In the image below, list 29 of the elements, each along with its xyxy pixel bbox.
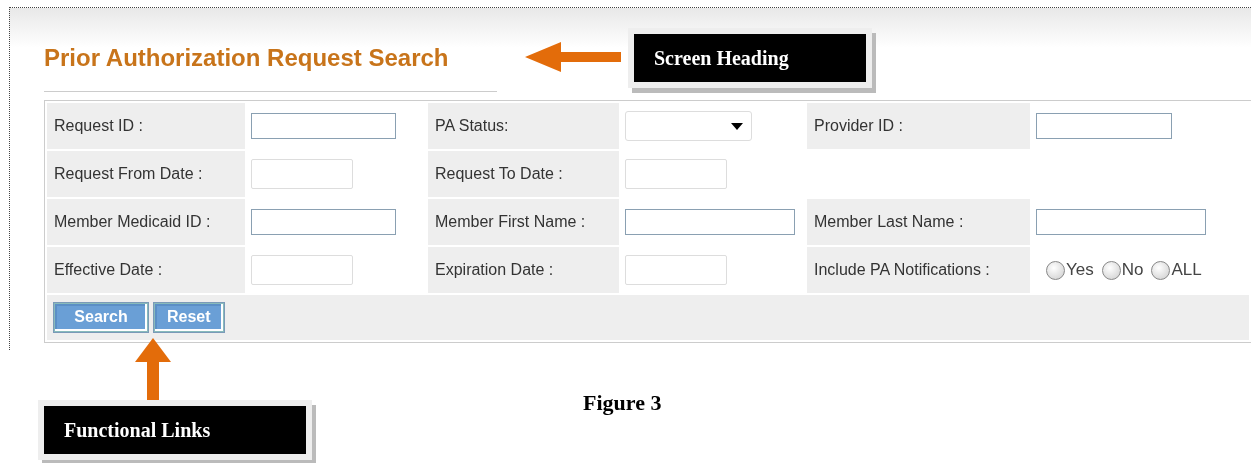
figure-caption: Figure 3 xyxy=(583,390,662,416)
radio-option[interactable]: Yes xyxy=(1046,260,1094,280)
input-field[interactable] xyxy=(251,113,396,139)
field-label: Member First Name : xyxy=(435,213,586,230)
arrow-icon xyxy=(135,338,171,400)
field-label: Effective Date : xyxy=(54,261,163,278)
input-field[interactable] xyxy=(625,209,795,235)
input-field[interactable] xyxy=(1036,209,1206,235)
field-label: Request From Date : xyxy=(54,165,203,182)
input-field[interactable] xyxy=(1036,113,1172,139)
date-field[interactable] xyxy=(625,255,727,285)
date-field[interactable] xyxy=(251,159,353,189)
date-field[interactable] xyxy=(251,255,353,285)
date-field[interactable] xyxy=(625,159,727,189)
arrow-icon xyxy=(525,42,621,72)
dropdown-field[interactable] xyxy=(625,111,752,141)
input-field[interactable] xyxy=(251,209,396,235)
page-heading: Prior Authorization Request Search xyxy=(44,43,449,73)
field-label: Member Medicaid ID : xyxy=(54,213,211,230)
field-label: Provider ID : xyxy=(814,117,903,134)
radio-option[interactable]: ALL xyxy=(1151,260,1202,280)
field-label: Expiration Date : xyxy=(435,261,554,278)
radio-option[interactable]: No xyxy=(1101,260,1144,280)
field-label: Request ID : xyxy=(54,117,143,134)
field-label: PA Status: xyxy=(435,117,509,134)
field-label: Request To Date : xyxy=(435,165,563,182)
field-label: Include PA Notifications : xyxy=(814,261,990,278)
field-label: Member Last Name : xyxy=(814,213,964,230)
caret-icon xyxy=(731,123,743,130)
